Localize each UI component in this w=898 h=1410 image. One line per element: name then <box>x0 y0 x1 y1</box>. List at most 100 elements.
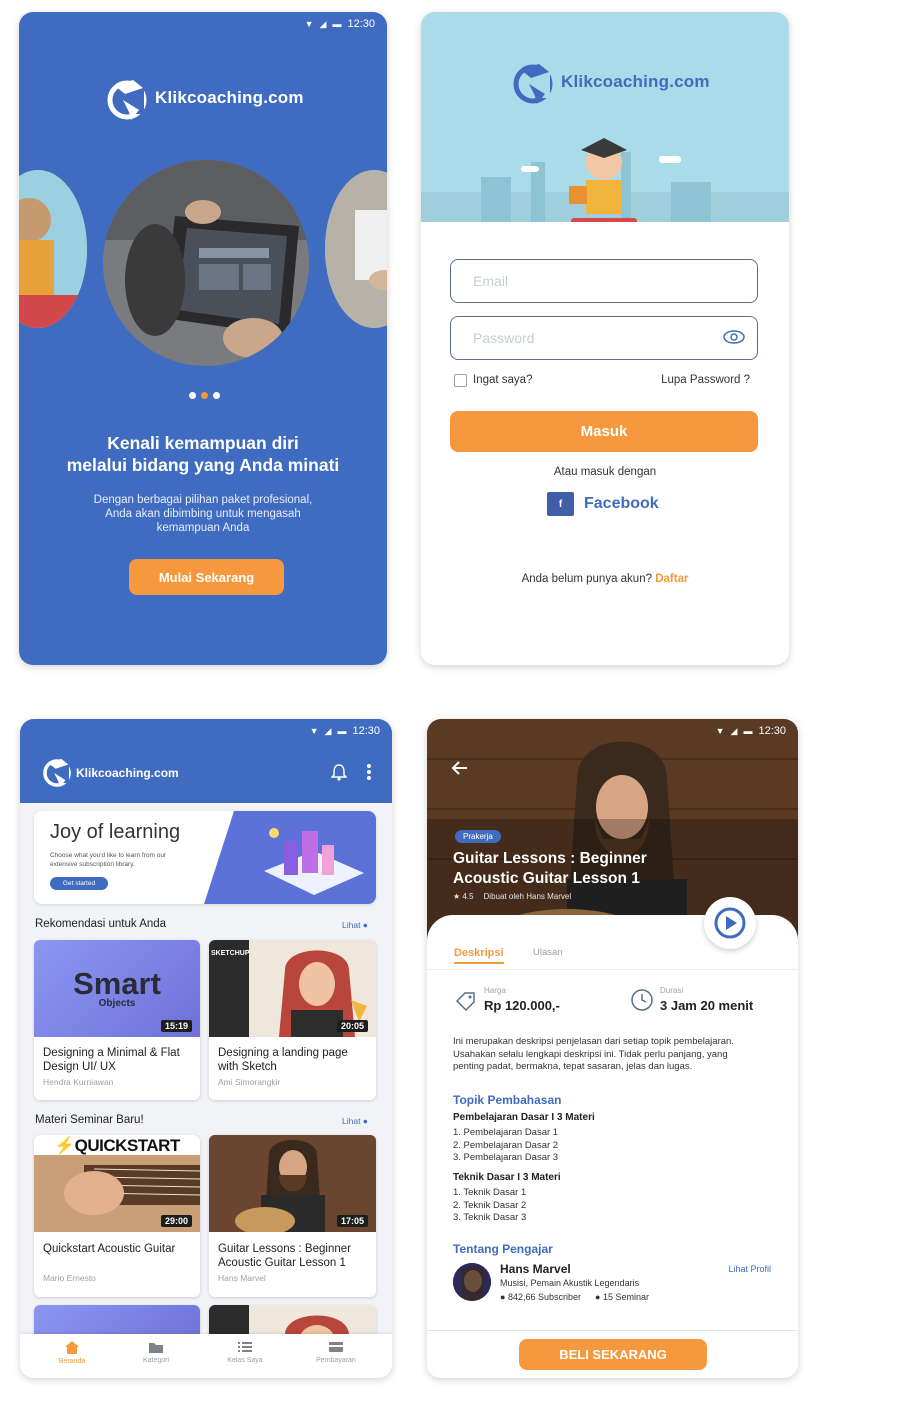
status-bar: ▼ ◢ ▬ 12:30 <box>716 719 798 743</box>
title-line: Guitar Lessons : Beginner <box>453 850 647 867</box>
signal-icon: ◢ <box>730 725 738 736</box>
status-bar: ▼ ◢ ▬ 12:30 <box>310 719 392 743</box>
login-button[interactable]: Masuk <box>450 411 758 452</box>
seminar-title: Materi Seminar Baru! <box>35 1114 144 1126</box>
course-detail-screen: ▼ ◢ ▬ 12:30 Prakerja Guitar Lessons : Be… <box>427 719 798 1378</box>
banner-cta-button[interactable]: Get started <box>50 877 108 890</box>
more-icon[interactable] <box>366 763 372 786</box>
facebook-login-button[interactable]: f Facebook <box>547 492 659 516</box>
duration-badge: 17:05 <box>336 1215 368 1227</box>
seminar-card[interactable]: 17:05 Guitar Lessons : Beginner Acoustic… <box>209 1135 376 1297</box>
user-icon: ● <box>500 1292 506 1302</box>
topic-item[interactable]: 3. Pembelajaran Dasar 3 <box>453 1152 558 1165</box>
nav-label: Pembayaran <box>316 1357 356 1364</box>
nav-category[interactable]: Kategori <box>116 1340 196 1364</box>
nav-payment[interactable]: Pembayaran <box>296 1340 376 1364</box>
page-dot[interactable] <box>213 392 220 399</box>
onboarding-description: Dengan berbagai pilihan paket profesiona… <box>19 493 387 535</box>
register-link[interactable]: Daftar <box>655 573 688 585</box>
course-card[interactable]: Smart Objects 15:19 Designing a Minimal … <box>34 940 200 1100</box>
page-dot-active[interactable] <box>201 392 208 399</box>
topic-group-title: Teknik Dasar I 3 Materi <box>453 1172 561 1183</box>
back-icon[interactable] <box>451 760 469 781</box>
play-button[interactable] <box>704 897 756 949</box>
clock-icon <box>630 988 654 1017</box>
duration-badge: 29:00 <box>160 1215 192 1227</box>
course-card[interactable]: SKETCHUP 20:05 Designing a landing page … <box>209 940 376 1100</box>
banner-illustration <box>204 811 376 904</box>
price-value: Rp 120.000,- <box>484 998 560 1013</box>
star-icon: ★ <box>453 892 461 901</box>
carousel-current-image[interactable] <box>103 160 309 366</box>
avatar[interactable] <box>453 1263 491 1301</box>
email-field[interactable]: Email <box>450 259 758 303</box>
seminar-title-text: Guitar Lessons : Beginner Acoustic Guita… <box>218 1243 351 1269</box>
eye-icon[interactable] <box>723 328 745 349</box>
description-line: kemampuan Anda <box>156 522 250 534</box>
signup-prompt: Anda belum punya akun? Daftar <box>421 573 789 585</box>
password-field[interactable]: Password <box>450 316 758 360</box>
seminar-see-all[interactable]: Lihat ● <box>342 1116 368 1126</box>
bell-icon[interactable] <box>330 763 348 786</box>
wifi-icon: ▼ <box>309 726 319 736</box>
wifi-icon: ▼ <box>715 726 725 736</box>
brand-logo: Klikcoaching.com <box>107 76 304 120</box>
course-title: Guitar Lessons : Beginner Acoustic Guita… <box>453 849 647 889</box>
seminar-card[interactable]: ⚡QUICKSTART 29:00 Quickstart Acoustic Gu… <box>34 1135 200 1297</box>
logo-icon <box>43 758 71 788</box>
teacher-description: Musisi, Pemain Akustik Legendaris <box>500 1278 640 1288</box>
teacher-stats: ● 842,66 Subscriber ● 15 Seminar <box>500 1292 649 1302</box>
topic-item[interactable]: 2. Teknik Dasar 2 <box>453 1200 526 1213</box>
view-profile-link[interactable]: Lihat Profil <box>728 1264 771 1274</box>
carousel-pagination <box>189 392 220 399</box>
topics-title: Topik Pembahasan <box>453 1093 562 1107</box>
duration-label: Durasi <box>660 986 684 995</box>
description-line: Dengan berbagai pilihan paket profesiona… <box>93 494 313 506</box>
seminar-author: Hans Marvel <box>218 1273 266 1283</box>
battery-icon: ▬ <box>332 19 342 29</box>
promo-banner[interactable]: Joy of learning Choose what you'd like t… <box>34 811 376 904</box>
recommendation-see-all[interactable]: Lihat ● <box>342 920 368 930</box>
nav-my-classes[interactable]: Kelas Saya <box>205 1340 285 1364</box>
thumbnail-text: SKETCHUP <box>211 950 250 957</box>
tab-divider <box>427 969 798 970</box>
topic-item[interactable]: 2. Pembelajaran Dasar 2 <box>453 1140 558 1153</box>
facebook-label: Facebook <box>584 495 659 512</box>
onboarding-screen: ▼ ◢ ▬ 12:30 Klikcoaching.com Kenali kema… <box>19 12 387 665</box>
page-dot[interactable] <box>189 392 196 399</box>
tab-description[interactable]: Deskripsi <box>454 947 504 959</box>
thumbnail-subtext: Objects <box>98 998 136 1009</box>
description-line: Usahakan selalu lengkapi deskripsi ini. … <box>453 1048 728 1060</box>
topic-item[interactable]: 1. Teknik Dasar 1 <box>453 1187 526 1200</box>
course-meta: ★ 4.5 Dibuat oleh Hans Marvel <box>453 892 571 901</box>
remember-checkbox[interactable] <box>454 374 467 387</box>
logo-icon <box>513 60 553 104</box>
subscriber-value: 842,66 Subscriber <box>507 1292 581 1302</box>
status-time: 12:30 <box>758 725 786 737</box>
course-title: Designing a landing page with Sketch <box>218 1047 348 1073</box>
no-account-text: Anda belum punya akun? <box>521 573 652 585</box>
topic-group-title: Pembelajaran Dasar I 3 Materi <box>453 1112 595 1123</box>
footer-divider <box>427 1330 798 1331</box>
duration-badge: 20:05 <box>336 1020 368 1032</box>
password-placeholder: Password <box>473 330 535 346</box>
or-login-with: Atau masuk dengan <box>553 466 657 478</box>
start-button[interactable]: Mulai Sekarang <box>129 559 284 595</box>
carousel-prev-image[interactable] <box>19 170 87 328</box>
seminar-count: ● 15 Seminar <box>595 1292 649 1302</box>
forgot-password-link[interactable]: Lupa Password ? <box>661 374 750 386</box>
banner-title: Joy of learning <box>50 821 181 843</box>
tab-reviews[interactable]: Ulasan <box>533 947 563 958</box>
price-label: Harga <box>484 986 506 995</box>
carousel-next-image[interactable] <box>325 170 387 328</box>
topic-item[interactable]: 1. Pembelajaran Dasar 1 <box>453 1127 558 1140</box>
topic-item[interactable]: 3. Teknik Dasar 3 <box>453 1212 526 1225</box>
lightning-icon: ⚡ <box>54 1136 75 1155</box>
facebook-icon: f <box>547 492 574 516</box>
nav-home[interactable]: Beranda <box>32 1340 112 1365</box>
battery-icon: ▬ <box>337 726 347 736</box>
thumbnail-text: Smart <box>73 966 161 1001</box>
duration-value: 3 Jam 20 menit <box>660 998 754 1013</box>
seminar-author: Mario Ernesto <box>43 1273 96 1283</box>
buy-now-button[interactable]: BELI SEKARANG <box>519 1339 707 1370</box>
